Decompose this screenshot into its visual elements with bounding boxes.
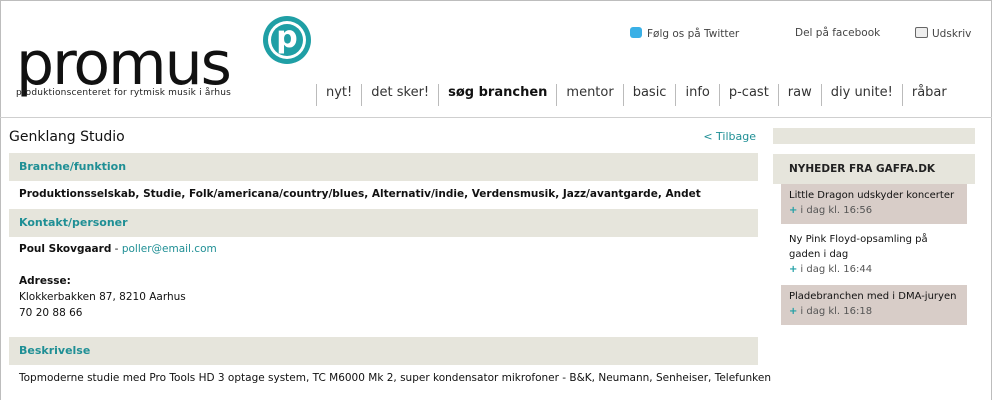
- facebook-link[interactable]: Del på facebook: [795, 27, 880, 39]
- news-title: Little Dragon udskyder koncerter: [789, 190, 955, 201]
- nav-item-mentor[interactable]: mentor: [556, 84, 622, 106]
- nav-item-raabar[interactable]: råbar: [901, 84, 956, 106]
- nav-item-raw[interactable]: raw: [777, 84, 821, 106]
- nav-item-diy-unite[interactable]: diy unite!: [820, 84, 902, 106]
- news-time: i dag kl. 16:44: [800, 264, 873, 275]
- contact-person: Poul Skovgaard: [19, 243, 112, 255]
- page-title: Genklang Studio: [9, 129, 125, 145]
- plus-icon: +: [789, 264, 798, 275]
- news-meta: + i dag kl. 16:44: [789, 262, 959, 277]
- address-label: Adresse:: [19, 275, 71, 287]
- branche-text: Produktionsselskab, Studie, Folk/america…: [19, 188, 701, 200]
- nav-item-info[interactable]: info: [675, 84, 718, 106]
- news-meta: + i dag kl. 16:56: [789, 203, 959, 218]
- section-header-kontakt: Kontakt/personer: [9, 209, 758, 237]
- sidebar-heading: NYHEDER FRA GAFFA.DK: [773, 154, 975, 184]
- news-time: i dag kl. 16:56: [800, 205, 873, 216]
- news-title: Pladebranchen med i DMA-juryen: [789, 291, 957, 302]
- logo-badge-icon: p: [263, 16, 311, 64]
- news-item[interactable]: Little Dragon udskyder koncerter + i dag …: [781, 184, 967, 224]
- nav-item-p-cast[interactable]: p-cast: [718, 84, 778, 106]
- nav-item-det-sker[interactable]: det sker!: [361, 84, 438, 106]
- twitter-link[interactable]: Følg os på Twitter: [630, 27, 739, 40]
- printer-icon: [915, 27, 928, 38]
- contact-line: Poul Skovgaard - poller@email.com: [19, 243, 217, 255]
- address-text: Klokkerbakken 87, 8210 Aarhus: [19, 291, 186, 303]
- nav-item-basic[interactable]: basic: [622, 84, 676, 106]
- logo-wordmark: promus: [16, 29, 232, 99]
- description-text: Topmoderne studie med Pro Tools HD 3 opt…: [19, 372, 772, 384]
- news-item[interactable]: Pladebranchen med i DMA-juryen + i dag kl…: [781, 285, 967, 325]
- main-nav: nyt! det sker! søg branchen mentor basic…: [316, 84, 956, 106]
- news-item[interactable]: Ny Pink Floyd-opsamling på gaden i dag +…: [781, 228, 967, 280]
- news-time: i dag kl. 16:18: [800, 306, 873, 317]
- nav-item-nyt[interactable]: nyt!: [316, 84, 361, 106]
- sidebar-top-bar: [773, 128, 975, 144]
- contact-email-link[interactable]: poller@email.com: [122, 243, 217, 255]
- print-link[interactable]: Udskriv: [915, 27, 971, 40]
- plus-icon: +: [789, 306, 798, 317]
- back-link[interactable]: < Tilbage: [703, 130, 756, 143]
- facebook-link-label: Del på facebook: [795, 27, 881, 39]
- logo-tagline: produktionscenteret for rytmisk musik i …: [16, 88, 232, 98]
- nav-item-soeg-branchen[interactable]: søg branchen: [438, 84, 556, 106]
- plus-icon: +: [789, 205, 798, 216]
- print-link-label: Udskriv: [932, 28, 972, 40]
- twitter-link-label: Følg os på Twitter: [647, 28, 740, 40]
- twitter-icon: [630, 27, 642, 38]
- section-header-beskrivelse: Beskrivelse: [9, 337, 758, 365]
- phone-text: 70 20 88 66: [19, 307, 83, 319]
- header-divider: [0, 117, 992, 118]
- news-title: Ny Pink Floyd-opsamling på gaden i dag: [789, 234, 928, 260]
- contact-separator: -: [111, 243, 122, 255]
- logo-badge-letter: p: [276, 20, 298, 55]
- news-meta: + i dag kl. 16:18: [789, 304, 959, 319]
- section-header-branche: Branche/funktion: [9, 153, 758, 181]
